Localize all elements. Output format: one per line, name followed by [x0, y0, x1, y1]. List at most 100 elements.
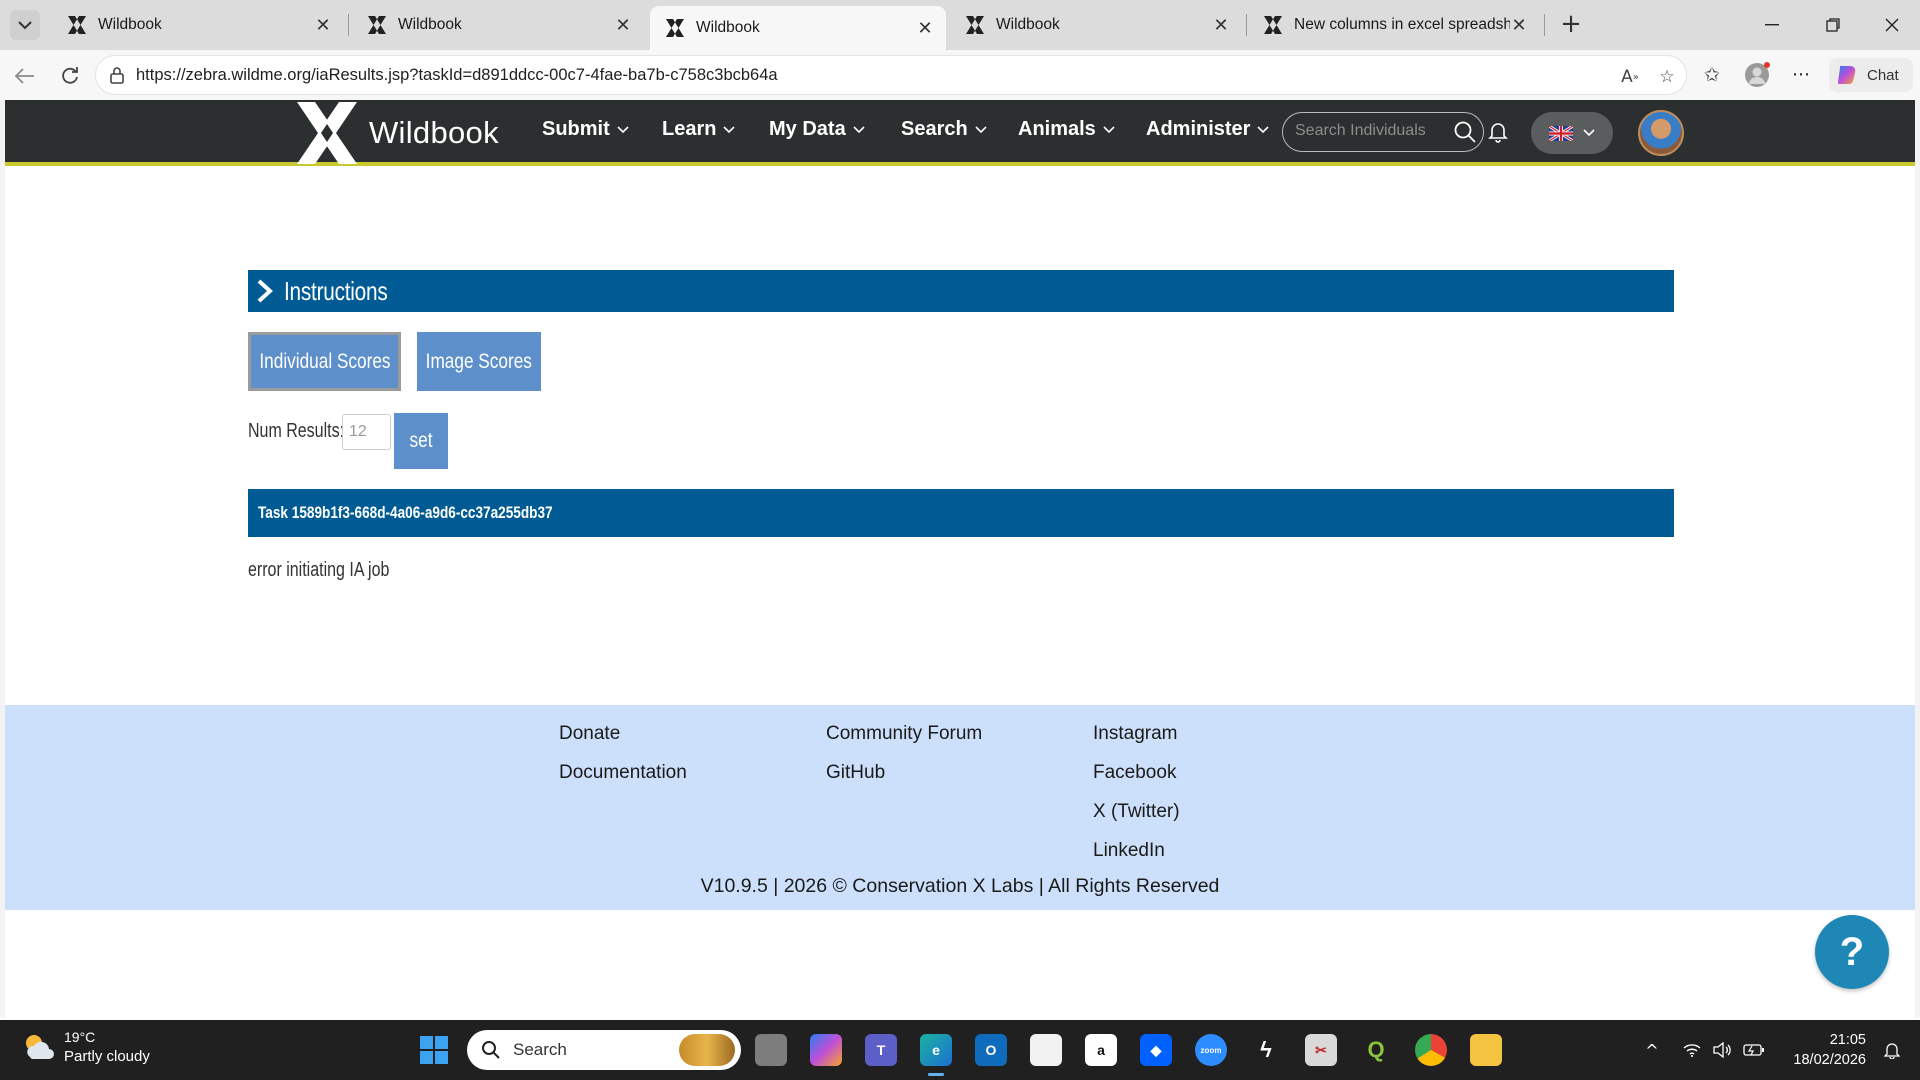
system-clock[interactable]: 21:05 18/02/2026	[1782, 1030, 1866, 1070]
copilot-chat-button[interactable]: Chat	[1829, 58, 1913, 92]
nav-label: Search	[901, 118, 968, 140]
footer-link-linkedin[interactable]: LinkedIn	[1093, 840, 1165, 862]
footer-link-documentation[interactable]: Documentation	[559, 762, 687, 784]
button-label: Image Scores	[425, 349, 533, 373]
close-tab-icon[interactable]: ✕	[1212, 15, 1230, 36]
nav-administer[interactable]: Administer	[1146, 118, 1270, 141]
notification-icon[interactable]	[1880, 1038, 1904, 1062]
chevron-up-icon[interactable]: ^	[1640, 1038, 1664, 1062]
browser-tab[interactable]: New columns in excel spreadsheet ✕	[1248, 6, 1540, 44]
url-text[interactable]: https://zebra.wildme.org/iaResults.jsp?t…	[136, 66, 778, 85]
clock-date: 18/02/2026	[1793, 1052, 1866, 1068]
minimize-icon[interactable]	[1752, 10, 1792, 40]
notepad-icon[interactable]	[1030, 1034, 1062, 1066]
taskbar-search-label: Search	[513, 1040, 567, 1059]
wildbook-favicon-icon	[368, 16, 386, 34]
teams-icon[interactable]: T	[865, 1034, 897, 1066]
search-highlight-image	[679, 1034, 735, 1066]
lightning-app-icon[interactable]: ϟ	[1250, 1034, 1282, 1066]
amazon-icon[interactable]: a	[1085, 1034, 1117, 1066]
nav-submit[interactable]: Submit	[542, 118, 629, 141]
dropbox-icon[interactable]: ◆	[1140, 1034, 1172, 1066]
nav-learn[interactable]: Learn	[662, 118, 736, 141]
language-selector[interactable]	[1531, 112, 1613, 154]
edge-browser-icon[interactable]: e	[920, 1034, 952, 1076]
task-id-label: Task 1589b1f3-668d-4a06-a9d6-cc37a255db3…	[258, 503, 553, 522]
profile-icon[interactable]	[1744, 62, 1770, 88]
nav-my-data[interactable]: My Data	[769, 118, 865, 141]
chat-label: Chat	[1867, 66, 1899, 84]
footer-link-github[interactable]: GitHub	[826, 762, 885, 784]
wildbook-favicon-icon	[68, 16, 86, 34]
web-page: Wildbook Submit Learn My Data Search Ani…	[5, 100, 1915, 1018]
chrome-icon[interactable]	[1415, 1034, 1447, 1066]
browser-tab-active[interactable]: Wildbook ✕	[650, 6, 946, 50]
individual-search-input[interactable]	[1295, 122, 1445, 140]
wildbook-logo[interactable]: Wildbook	[295, 102, 499, 164]
individual-scores-button[interactable]: Individual Scores	[248, 332, 401, 391]
speaker-icon[interactable]	[1710, 1038, 1734, 1062]
search-icon[interactable]	[1453, 120, 1477, 144]
more-options-icon[interactable]: ···	[1788, 62, 1814, 88]
footer-link-donate[interactable]: Donate	[559, 723, 620, 745]
address-bar[interactable]: https://zebra.wildme.org/iaResults.jsp?t…	[95, 55, 1687, 95]
favorites-icon[interactable]: ✩	[1699, 62, 1725, 88]
browser-toolbar: https://zebra.wildme.org/iaResults.jsp?t…	[0, 50, 1920, 100]
instructions-toggle[interactable]: Instructions	[248, 270, 1674, 312]
tab-list-button[interactable]	[10, 10, 40, 40]
browser-tab[interactable]: Wildbook ✕	[950, 6, 1242, 44]
footer-link-community-forum[interactable]: Community Forum	[826, 723, 982, 745]
tab-title: New columns in excel spreadsheet	[1294, 16, 1510, 33]
nav-animals[interactable]: Animals	[1018, 118, 1115, 141]
help-button[interactable]: ?	[1815, 915, 1889, 989]
favorite-star-icon[interactable]: ☆	[1656, 66, 1678, 88]
close-tab-icon[interactable]: ✕	[1510, 15, 1528, 36]
tab-title: Wildbook	[98, 16, 162, 33]
browser-tab[interactable]: Wildbook ✕	[352, 6, 644, 44]
copilot-app-icon[interactable]	[810, 1034, 842, 1066]
footer-link-facebook[interactable]: Facebook	[1093, 762, 1176, 784]
image-scores-button[interactable]: Image Scores	[417, 332, 541, 391]
footer-link-x-twitter[interactable]: X (Twitter)	[1093, 801, 1180, 823]
reload-icon[interactable]	[57, 63, 83, 89]
browser-tab[interactable]: Wildbook ✕	[52, 6, 344, 44]
num-results-input[interactable]	[342, 414, 391, 450]
close-window-icon[interactable]	[1872, 10, 1912, 40]
outlook-icon[interactable]: O	[975, 1034, 1007, 1066]
instructions-label: Instructions	[284, 275, 388, 306]
site-info-icon[interactable]	[108, 66, 126, 84]
read-aloud-icon[interactable]: A»	[1619, 66, 1641, 88]
close-tab-icon[interactable]: ✕	[314, 15, 332, 36]
wifi-icon[interactable]	[1680, 1038, 1704, 1062]
set-button[interactable]: set	[394, 413, 448, 469]
wildbook-favicon-icon	[666, 19, 684, 37]
battery-icon[interactable]	[1742, 1038, 1766, 1062]
windows-start-icon[interactable]	[419, 1035, 449, 1065]
qgis-icon[interactable]: Q	[1360, 1034, 1392, 1066]
restore-icon[interactable]	[1813, 10, 1853, 40]
button-label: Individual Scores	[258, 349, 391, 373]
weather-condition: Partly cloudy	[64, 1048, 150, 1065]
weather-widget[interactable]: 19°C Partly cloudy	[20, 1028, 150, 1066]
windows-taskbar: 19°C Partly cloudy Search T e O a ◆ zoom…	[0, 1020, 1920, 1080]
chevron-down-icon	[723, 125, 736, 133]
back-arrow-icon[interactable]	[12, 63, 38, 89]
bell-icon[interactable]	[1486, 119, 1510, 143]
tab-separator	[348, 14, 349, 36]
taskbar-search[interactable]: Search	[467, 1030, 741, 1070]
user-avatar[interactable]	[1638, 110, 1684, 156]
footer-link-instagram[interactable]: Instagram	[1093, 723, 1177, 745]
file-explorer-icon[interactable]	[1470, 1034, 1502, 1066]
nav-search[interactable]: Search	[901, 118, 987, 141]
nav-label: Animals	[1018, 118, 1096, 140]
close-tab-icon[interactable]: ✕	[614, 15, 632, 36]
task-view-icon[interactable]	[755, 1034, 787, 1066]
error-message: error initiating IA job	[248, 559, 390, 581]
clock-time: 21:05	[1829, 1032, 1866, 1048]
partly-cloudy-icon	[26, 1035, 54, 1059]
copilot-icon	[1838, 66, 1856, 84]
close-tab-icon[interactable]: ✕	[916, 18, 934, 39]
zoom-icon[interactable]: zoom	[1195, 1034, 1227, 1066]
new-tab-button[interactable]: +	[1556, 10, 1586, 40]
snipping-tool-icon[interactable]: ✂	[1305, 1034, 1337, 1066]
